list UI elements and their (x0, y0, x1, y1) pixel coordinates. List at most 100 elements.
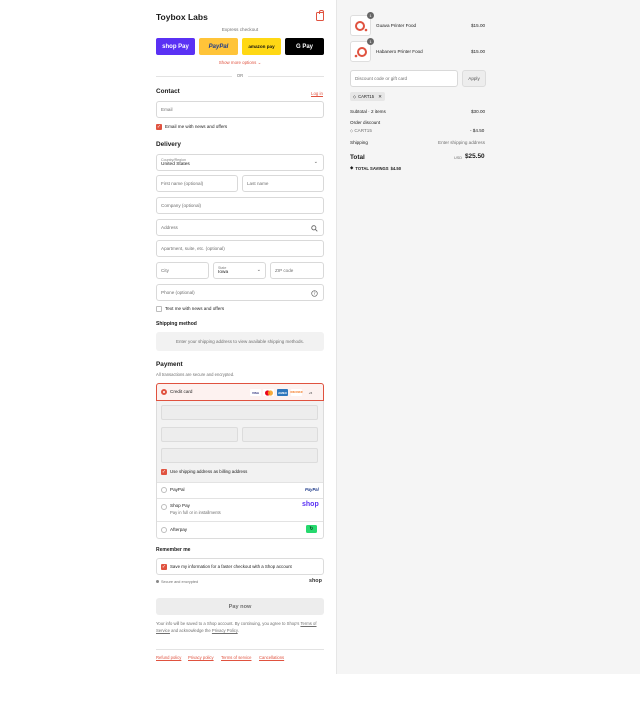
total-savings: ◆ TOTAL SAVINGS $4.50 (350, 165, 401, 171)
store-name[interactable]: Toybox Labs (156, 12, 208, 22)
privacy-policy-link[interactable]: Privacy Policy (212, 628, 238, 633)
shipping-label: Shipping (350, 140, 368, 145)
google-pay-logo: G Pay (295, 43, 313, 50)
phone-placeholder: Phone (optional) (161, 290, 195, 295)
first-name-field[interactable]: First name (optional) (156, 175, 238, 192)
chevron-down-icon: ⌄ (313, 159, 318, 165)
shipping-method-notice: Enter your shipping address to view avai… (156, 332, 324, 351)
apply-label: Apply (468, 76, 480, 81)
zip-placeholder: ZIP code (275, 268, 294, 273)
credit-card-radio[interactable] (161, 389, 167, 395)
discount-placeholder: Discount code or gift card (355, 76, 408, 81)
phone-field[interactable]: Phone (optional) ? (156, 284, 324, 301)
card-name-field[interactable] (161, 448, 318, 463)
apartment-placeholder: Apartment, suite, etc. (optional) (161, 246, 225, 251)
shop-pay-option-label[interactable]: Shop Pay (170, 503, 190, 508)
shopping-bag-icon[interactable] (316, 10, 324, 21)
company-placeholder: Company (optional) (161, 203, 202, 208)
country-select[interactable]: Country/Region United States ⌄ (156, 154, 324, 171)
legal-suffix: . (237, 628, 239, 633)
last-name-field[interactable]: Last name (242, 175, 324, 192)
address-field[interactable]: Address (156, 219, 324, 236)
shop-pay-logo: shop Pay (162, 43, 189, 50)
state-select[interactable]: State Iowa ⌄ (213, 262, 266, 279)
show-more-options-link[interactable]: Show more options ⌄ (156, 60, 324, 66)
apply-button[interactable]: Apply (462, 70, 486, 87)
text-news-checkbox[interactable] (156, 306, 162, 312)
total-savings-value: $4.50 (390, 165, 402, 171)
remember-me-title: Remember me (156, 547, 191, 553)
discount-tag: ◇ CART15 ✕ (350, 92, 385, 101)
shop-logo: shop (309, 578, 322, 584)
shop-pay-subtext: Pay in full or in installments (170, 510, 221, 515)
shop-pay-button[interactable]: shop Pay (156, 38, 195, 55)
checkout-main: Toybox Labs Express checkout shop Pay Pa… (0, 0, 336, 674)
legal-middle: and acknowledge the (171, 628, 211, 633)
total-savings-label: TOTAL SAVINGS (355, 165, 389, 171)
divider (157, 521, 323, 522)
email-news-label: Email me with news and offers (165, 124, 228, 129)
terms-of-service-footer-link[interactable]: Terms of service (221, 655, 251, 660)
paypal-option-label[interactable]: PayPal (170, 487, 185, 492)
amazon-pay-button[interactable]: amazon pay (242, 38, 281, 55)
country-value: United States (161, 162, 190, 167)
paypal-button[interactable]: PayPal (199, 38, 238, 55)
card-security-code-field[interactable] (242, 427, 318, 442)
subtotal-label: Subtotal · 2 items (350, 109, 386, 114)
state-value: Iowa (218, 270, 229, 275)
remove-discount-icon[interactable]: ✕ (378, 94, 382, 100)
refund-policy-link[interactable]: Refund policy (156, 655, 181, 660)
email-news-checkbox[interactable] (156, 124, 162, 130)
card-expiry-field[interactable] (161, 427, 238, 442)
shop-pay-logo: shop (302, 501, 319, 508)
address-placeholder: Address (161, 225, 178, 230)
paypal-logo: PayPal (305, 487, 319, 492)
city-placeholder: City (161, 268, 169, 273)
privacy-policy-footer-link[interactable]: Privacy policy (188, 655, 214, 660)
mastercard-icon (263, 389, 274, 396)
company-field[interactable]: Company (optional) (156, 197, 324, 214)
login-link[interactable]: Log in (311, 91, 323, 96)
order-discount-label: Order discount (350, 120, 381, 125)
billing-same-checkbox[interactable] (161, 469, 167, 475)
shipping-method-title: Shipping method (156, 321, 197, 327)
search-icon (311, 225, 318, 232)
cancellations-link[interactable]: Cancellations (259, 655, 284, 660)
shop-pay-radio[interactable] (161, 504, 167, 510)
city-field[interactable]: City (156, 262, 209, 279)
afterpay-icon: ↻ (306, 525, 317, 533)
more-cards-badge: +5 (308, 390, 313, 395)
save-info-checkbox[interactable] (161, 564, 167, 570)
afterpay-option-label[interactable]: Afterpay (170, 527, 187, 532)
google-pay-button[interactable]: G Pay (285, 38, 324, 55)
card-number-field[interactable] (161, 405, 318, 420)
subtotal-value: $30.00 (471, 109, 486, 114)
discount-value: - $4.50 (470, 128, 485, 133)
shipping-method-note: Enter your shipping address to view avai… (175, 339, 305, 344)
delivery-title: Delivery (156, 141, 181, 148)
email-field[interactable]: Email (156, 101, 324, 118)
total-label: Total (350, 154, 365, 161)
divider (157, 498, 323, 499)
first-name-placeholder: First name (optional) (161, 181, 204, 186)
discount-code-input[interactable]: Discount code or gift card (350, 70, 458, 87)
afterpay-radio[interactable] (161, 527, 167, 533)
paypal-logo: PayPal (208, 43, 229, 50)
divider (157, 482, 323, 483)
total-value: $25.50 (465, 153, 485, 160)
chevron-down-icon: ⌄ (257, 60, 262, 65)
show-more-label: Show more options (218, 60, 257, 65)
credit-card-label: Credit card (170, 389, 193, 394)
express-checkout-label: Express checkout (221, 27, 259, 32)
divider (156, 649, 324, 650)
order-summary: 1 Guava Printer Food $15.00 1 Habanero P… (336, 0, 640, 674)
apartment-field[interactable]: Apartment, suite, etc. (optional) (156, 240, 324, 257)
zip-field[interactable]: ZIP code (270, 262, 324, 279)
chevron-down-icon: ⌄ (256, 267, 261, 273)
secure-label: Secure and encrypted (161, 580, 199, 584)
tag-icon: ◇ (350, 128, 354, 133)
billing-same-label: Use shipping address as billing address (170, 469, 248, 474)
pay-now-button[interactable]: Pay now (156, 598, 324, 615)
help-icon[interactable]: ? (311, 290, 318, 297)
paypal-radio[interactable] (161, 487, 167, 493)
